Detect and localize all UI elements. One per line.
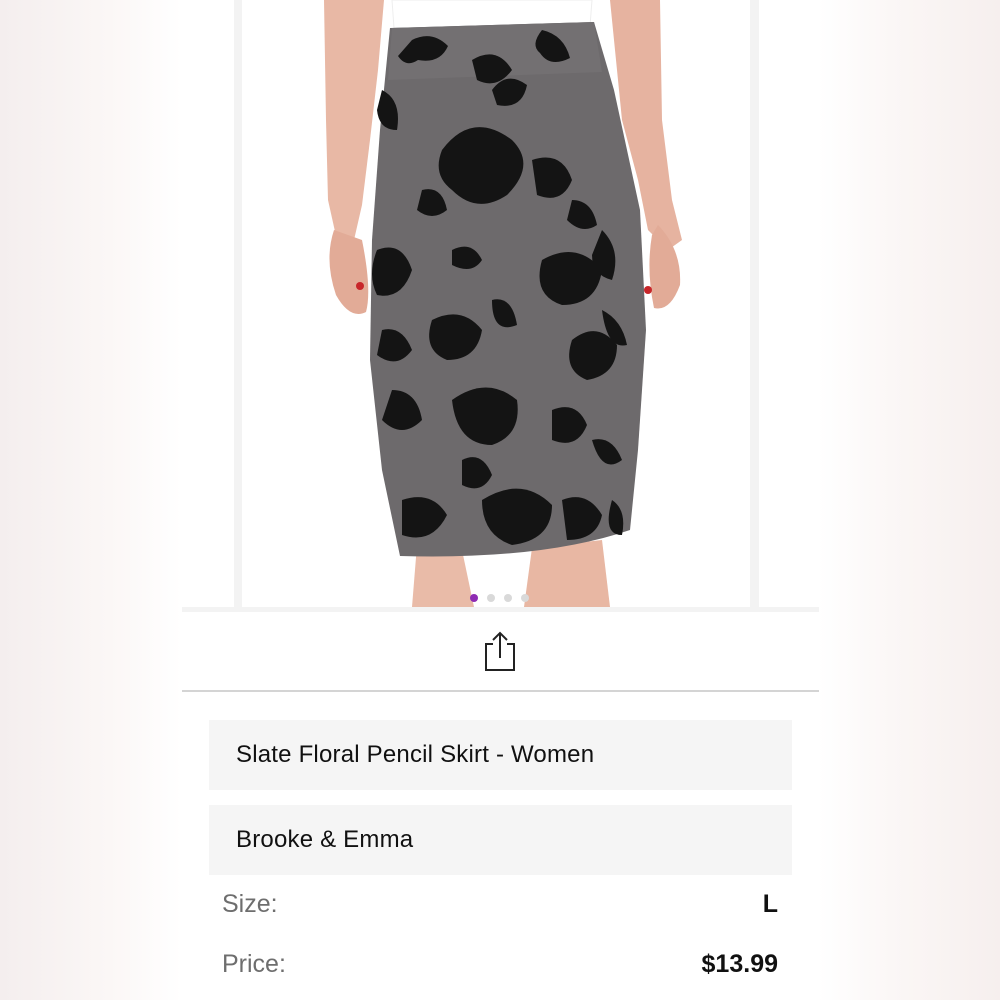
price-value: $13.99 xyxy=(701,950,778,978)
size-value: L xyxy=(762,890,778,918)
carousel-dot-1[interactable] xyxy=(470,594,478,602)
carousel-dot-2[interactable] xyxy=(487,594,495,602)
size-row: Size: L xyxy=(222,890,778,930)
title-field[interactable]: Slate Floral Pencil Skirt - Women xyxy=(209,720,792,790)
product-details: Slate Floral Pencil Skirt - Women Brooke… xyxy=(182,692,819,1000)
product-title: Slate Floral Pencil Skirt - Women xyxy=(236,741,595,768)
image-carousel[interactable] xyxy=(182,0,819,612)
share-icon[interactable] xyxy=(482,630,518,674)
action-bar xyxy=(182,612,819,692)
product-screen: Slate Floral Pencil Skirt - Women Brooke… xyxy=(182,0,819,1000)
next-slide-peek[interactable] xyxy=(759,0,819,607)
price-label: Price: xyxy=(222,950,286,978)
skirt-photo xyxy=(324,0,682,607)
price-row: Price: $13.99 xyxy=(222,950,778,990)
carousel-dot-3[interactable] xyxy=(504,594,512,602)
background-blur-right xyxy=(818,0,1000,1000)
product-image[interactable] xyxy=(242,0,750,607)
product-brand: Brooke & Emma xyxy=(236,826,414,853)
carousel-indicator xyxy=(470,594,529,602)
carousel-dot-4[interactable] xyxy=(521,594,529,602)
size-label: Size: xyxy=(222,890,278,918)
background-blur-left xyxy=(0,0,182,1000)
previous-slide-peek[interactable] xyxy=(182,0,234,607)
brand-field[interactable]: Brooke & Emma xyxy=(209,805,792,875)
